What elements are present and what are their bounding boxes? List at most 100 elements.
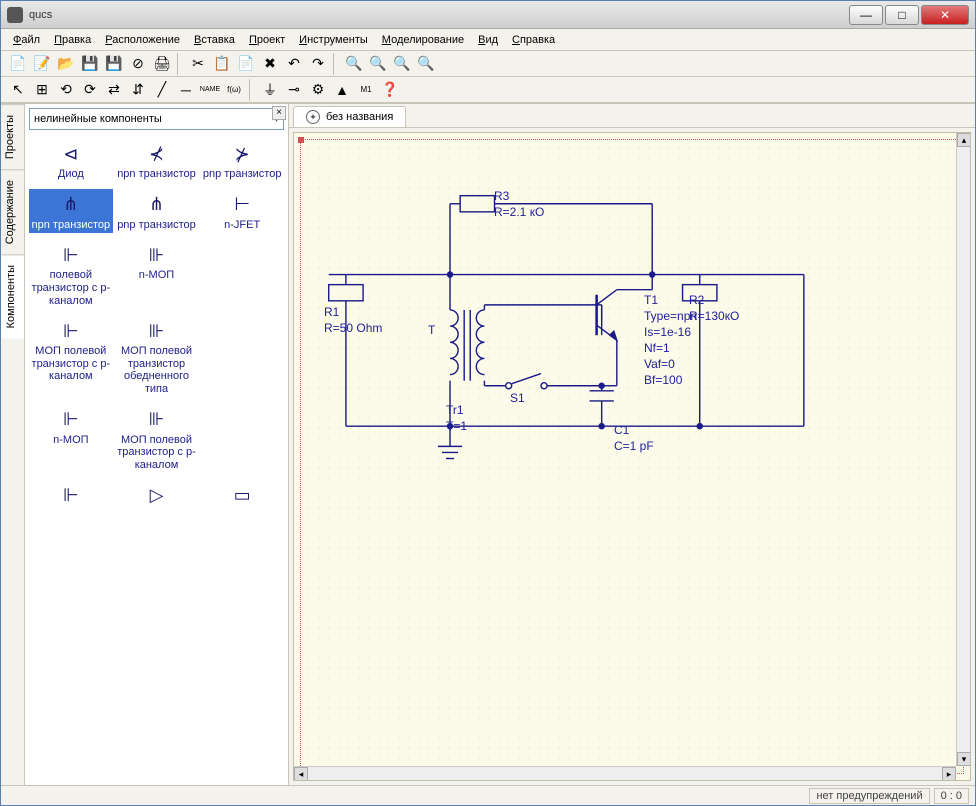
menu-edit[interactable]: Правка xyxy=(48,32,97,48)
zoom-in-icon[interactable]: 🔍 xyxy=(343,53,365,75)
tab-content[interactable]: Содержание xyxy=(1,169,24,254)
palette-item[interactable] xyxy=(200,239,284,309)
palette-item-label: pnp транзистор xyxy=(202,168,282,181)
undo-icon[interactable]: ↶ xyxy=(283,53,305,75)
palette-item[interactable]: ⊩полевой транзистор с p-каналом xyxy=(29,239,113,309)
cut-icon[interactable]: ✂ xyxy=(187,53,209,75)
copy-icon[interactable]: 📋 xyxy=(211,53,233,75)
redo-icon[interactable]: ↷ xyxy=(307,53,329,75)
paste-icon[interactable]: 📄 xyxy=(235,53,257,75)
palette-item[interactable]: ⊪МОП полевой транзистор обедненного типа xyxy=(115,315,199,398)
save-icon[interactable]: 💾 xyxy=(79,53,101,75)
palette-item-label: МОП полевой транзистор с p-каналом xyxy=(31,345,111,383)
port-icon[interactable]: ⊸ xyxy=(283,79,305,101)
canvas-scrollbar-h[interactable]: ◂ ▸ xyxy=(294,766,956,780)
zoom-out-icon[interactable]: 🔍 xyxy=(367,53,389,75)
label-t1-vaf: Vaf=0 xyxy=(644,357,675,371)
canvas-scrollbar-v[interactable]: ▴ ▾ xyxy=(956,133,970,766)
label-c1-val: C=1 pF xyxy=(614,439,654,453)
tab-components[interactable]: Компоненты xyxy=(1,254,24,338)
mirror-icon[interactable]: ⇄ xyxy=(103,79,125,101)
flip-icon[interactable]: ⇵ xyxy=(127,79,149,101)
client-area: Проекты Содержание Компоненты × нелинейн… xyxy=(1,103,975,785)
print-icon[interactable]: 🖨 xyxy=(151,53,173,75)
line-icon[interactable]: ╱ xyxy=(151,79,173,101)
palette-item[interactable]: ⊩МОП полевой транзистор с p-каналом xyxy=(29,315,113,398)
menu-help[interactable]: Справка xyxy=(506,32,561,48)
tab-projects[interactable]: Проекты xyxy=(1,104,24,169)
menu-layout[interactable]: Расположение xyxy=(99,32,186,48)
document-tab[interactable]: ✦ без названия xyxy=(293,106,406,127)
save-all-icon[interactable]: 💾 xyxy=(103,53,125,75)
toolbar-2: ↖ ⊞ ⟲ ⟳ ⇄ ⇵ ╱ ─ NAME f(ω) ⏚ ⊸ ⚙ ▲ M1 ❓ xyxy=(1,77,975,103)
palette-item[interactable]: ⊀npn транзистор xyxy=(115,138,199,183)
help-icon[interactable]: ❓ xyxy=(379,79,401,101)
scroll-left-icon[interactable]: ◂ xyxy=(294,767,308,781)
scroll-up-icon[interactable]: ▴ xyxy=(957,133,971,147)
palette-item[interactable] xyxy=(200,315,284,398)
palette-close-icon[interactable]: × xyxy=(272,106,286,120)
rotate-cw-icon[interactable]: ⟳ xyxy=(79,79,101,101)
palette-item[interactable]: ⊩n-МОП xyxy=(29,404,113,474)
menu-insert[interactable]: Вставка xyxy=(188,32,241,48)
wire-icon[interactable]: ─ xyxy=(175,79,197,101)
statusbar: нет предупреждений 0 : 0 xyxy=(1,785,975,805)
menu-simulation[interactable]: Моделирование xyxy=(376,32,470,48)
component-icon: ⋔ xyxy=(31,191,111,219)
label-r1-name: R1 xyxy=(324,305,339,319)
rotate-ccw-icon[interactable]: ⟲ xyxy=(55,79,77,101)
palette-item[interactable]: ▭ xyxy=(200,480,284,512)
palette-item[interactable]: ⊲Диод xyxy=(29,138,113,183)
palette-item-label: Диод xyxy=(31,168,111,181)
palette-list[interactable]: ⊲Диод⊀npn транзистор⊁pnp транзистор ⋔npn … xyxy=(25,134,288,785)
zoom-all-icon[interactable]: 🔍 xyxy=(415,53,437,75)
scroll-right-icon[interactable]: ▸ xyxy=(942,767,956,781)
component-icon: ⋔ xyxy=(117,191,197,219)
zoom-fit-icon[interactable]: 🔍 xyxy=(391,53,413,75)
palette-item-label: МОП полевой транзистор обедненного типа xyxy=(117,345,197,396)
equation-icon[interactable]: f(ω) xyxy=(223,79,245,101)
menu-file[interactable]: Файл xyxy=(7,32,46,48)
palette-item[interactable]: ⊁pnp транзистор xyxy=(200,138,284,183)
maximize-button[interactable]: □ xyxy=(885,5,919,25)
minimize-button[interactable]: — xyxy=(849,5,883,25)
palette-item[interactable] xyxy=(200,404,284,474)
sim-icon[interactable]: ▲ xyxy=(331,79,353,101)
palette-item[interactable]: ⊪МОП полевой транзистор с p-каналом xyxy=(115,404,199,474)
gear-icon[interactable]: ⚙ xyxy=(307,79,329,101)
label-tr1-val: T=1 xyxy=(446,419,467,433)
palette-item[interactable]: ⊩ xyxy=(29,480,113,512)
app-window: qucs — □ ✕ Файл Правка Расположение Вста… xyxy=(0,0,976,806)
titlebar: qucs — □ ✕ xyxy=(1,1,975,29)
close-button[interactable]: ✕ xyxy=(921,5,969,25)
menu-view[interactable]: Вид xyxy=(472,32,504,48)
scroll-down-icon[interactable]: ▾ xyxy=(957,752,971,766)
palette-item-label: pnp транзистор xyxy=(117,219,197,232)
marker-icon[interactable]: M1 xyxy=(355,79,377,101)
menu-tools[interactable]: Инструменты xyxy=(293,32,374,48)
document-tab-icon: ✦ xyxy=(306,110,320,124)
open-icon[interactable]: 📂 xyxy=(55,53,77,75)
palette-category-dropdown[interactable]: нелинейные компоненты ▾ xyxy=(29,108,284,130)
component-icon xyxy=(202,241,282,269)
palette-item[interactable]: ▷ xyxy=(115,480,199,512)
component-icon: ⊩ xyxy=(31,317,111,345)
palette-item[interactable]: ⋔pnp транзистор xyxy=(115,189,199,234)
comp-icon-1[interactable]: ⊞ xyxy=(31,79,53,101)
ground-icon[interactable]: ⏚ xyxy=(259,79,281,101)
select-icon[interactable]: ↖ xyxy=(7,79,29,101)
new-text-icon[interactable]: 📝 xyxy=(31,53,53,75)
component-icon: ⊪ xyxy=(117,241,197,269)
menu-project[interactable]: Проект xyxy=(243,32,291,48)
palette-item-label: n-МОП xyxy=(117,269,197,282)
palette-item[interactable]: ⋔npn транзистор xyxy=(29,189,113,234)
delete-icon[interactable]: ✖ xyxy=(259,53,281,75)
palette-item[interactable]: ⊢n-JFET xyxy=(200,189,284,234)
close-file-icon[interactable]: ⊘ xyxy=(127,53,149,75)
schematic-canvas[interactable]: R3 R=2.1 кО R1 R=50 Ohm T Tr1 T=1 S1 C1 … xyxy=(293,132,971,781)
new-file-icon[interactable]: 📄 xyxy=(7,53,29,75)
component-icon: ⊢ xyxy=(202,191,282,219)
name-icon[interactable]: NAME xyxy=(199,79,221,101)
palette-item[interactable]: ⊪n-МОП xyxy=(115,239,199,309)
component-icon: ⊩ xyxy=(31,482,111,510)
